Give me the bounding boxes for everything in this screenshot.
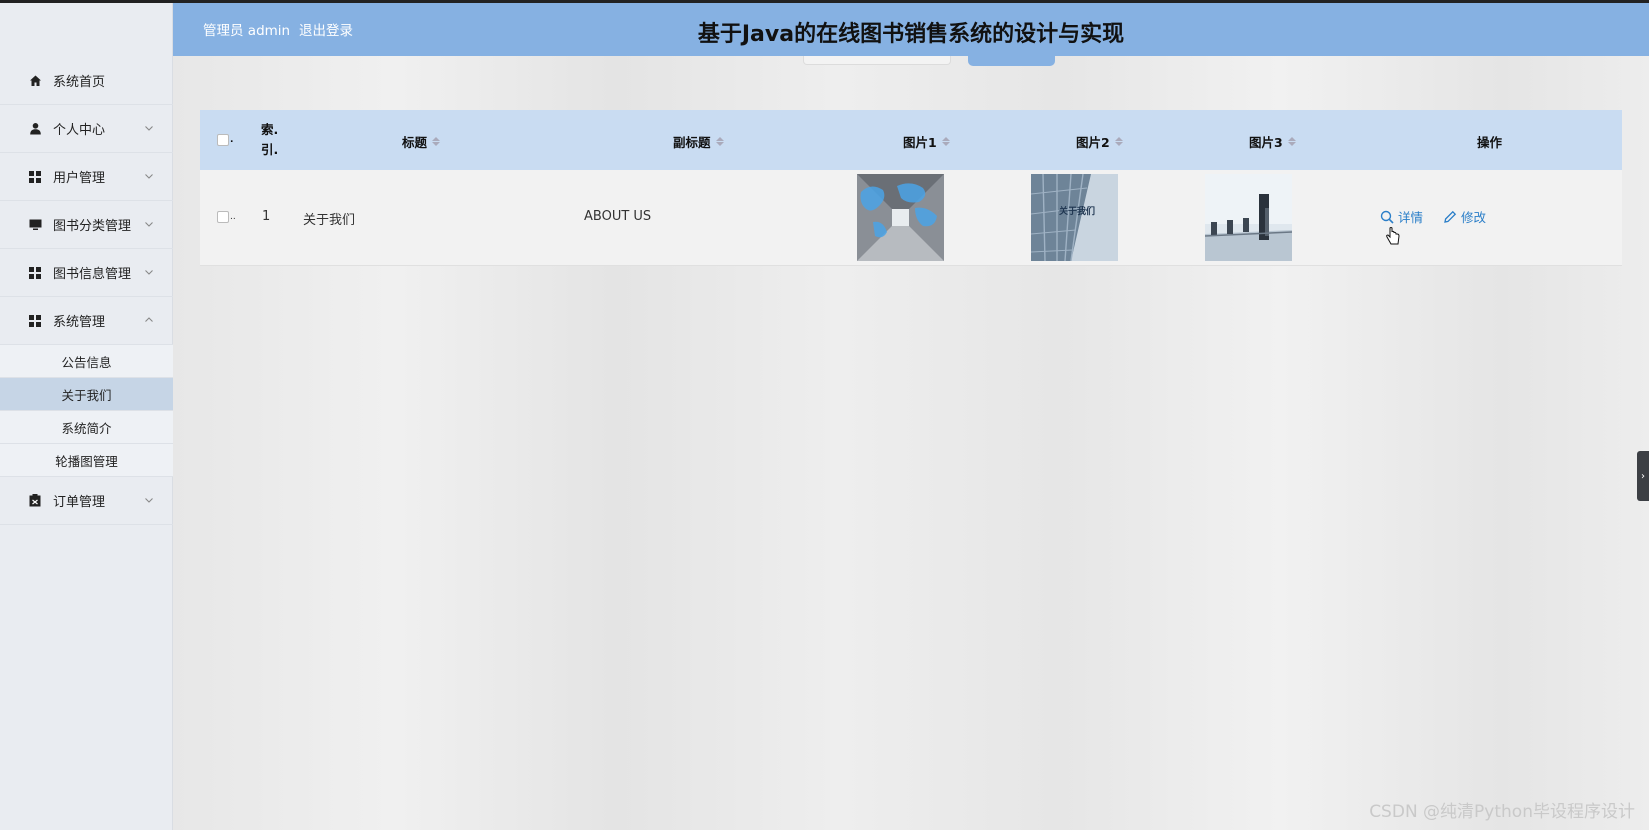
grid-icon <box>28 266 42 280</box>
submenu-label: 轮播图管理 <box>55 453 118 469</box>
sidebar-item-label: 订单管理 <box>53 495 106 510</box>
sidebar-item-label: 图书分类管理 <box>53 219 132 234</box>
submenu-item-notice[interactable]: 公告信息 <box>0 345 173 378</box>
page-title: 基于Java的在线图书销售系统的设计与实现 <box>697 22 1125 47</box>
table-header: . 索. 引. 标题 副标题 图片1 图片2 图片3 操作 <box>200 110 1622 170</box>
sort-icon[interactable] <box>1114 137 1123 146</box>
edit-button[interactable]: 修改 <box>1443 207 1486 226</box>
hand-cursor-icon <box>1386 227 1400 245</box>
monitor-icon <box>28 218 42 232</box>
chevron-down-icon <box>145 222 153 227</box>
header-title[interactable]: 标题 <box>402 132 441 151</box>
row-image1[interactable] <box>857 174 944 261</box>
data-table: . 索. 引. 标题 副标题 图片1 图片2 图片3 操作 .. 1 关于我们 … <box>200 110 1622 266</box>
row-actions: 详情 修改 <box>1380 207 1486 226</box>
home-icon <box>28 74 42 88</box>
search-button[interactable] <box>968 56 1055 66</box>
row-index: 1 <box>262 209 271 224</box>
sidebar-item-book-info[interactable]: 图书信息管理 <box>0 249 173 297</box>
submenu-item-about-us[interactable]: 关于我们 <box>0 378 173 411</box>
select-all-cell: . <box>217 134 233 146</box>
row-title: 关于我们 <box>303 213 356 228</box>
sidebar-item-system-management[interactable]: 系统管理 <box>0 297 173 345</box>
submenu-label: 关于我们 <box>61 387 112 403</box>
sidebar-item-book-category[interactable]: 图书分类管理 <box>0 201 173 249</box>
row-subtitle: ABOUT US <box>584 209 652 224</box>
sidebar-menu: 系统首页 个人中心 用户管理 图书分类管理 图书信息管理 系统管理 公告信息 关… <box>0 57 173 525</box>
chevron-up-icon <box>145 317 153 322</box>
image-caption: 关于我们 <box>1059 205 1095 217</box>
sidebar-item-personal-center[interactable]: 个人中心 <box>0 105 173 153</box>
select-all-checkbox[interactable] <box>217 134 229 146</box>
sidebar-item-user-management[interactable]: 用户管理 <box>0 153 173 201</box>
sort-icon[interactable] <box>1287 137 1296 146</box>
grid-icon <box>28 170 42 184</box>
top-header: 管理员 admin 退出登录 基于Java的在线图书销售系统的设计与实现 <box>173 3 1649 56</box>
sidebar-item-home[interactable]: 系统首页 <box>0 57 173 105</box>
row-select-cell: .. <box>217 211 236 223</box>
header-image1[interactable]: 图片1 <box>903 132 950 151</box>
submenu-item-system-intro[interactable]: 系统简介 <box>0 411 173 444</box>
sort-icon[interactable] <box>715 137 724 146</box>
submenu-label: 系统简介 <box>61 420 112 436</box>
submenu-label: 公告信息 <box>61 354 112 370</box>
table-row: .. 1 关于我们 ABOUT US 关于我们 详情 修改 <box>200 170 1622 266</box>
header-image2[interactable]: 图片2 <box>1076 132 1123 151</box>
building-about-us-image: 关于我们 <box>1031 174 1118 261</box>
search-icon <box>1380 210 1394 224</box>
sidebar-item-label: 系统管理 <box>53 315 106 330</box>
sort-icon[interactable] <box>432 137 441 146</box>
detail-button[interactable]: 详情 <box>1380 207 1423 226</box>
grid-icon <box>28 314 42 328</box>
chevron-down-icon <box>145 498 153 503</box>
sidebar-item-label: 系统首页 <box>53 75 106 90</box>
side-panel-toggle[interactable]: › <box>1637 451 1649 501</box>
row-image3[interactable] <box>1205 174 1292 261</box>
header-actions: 操作 <box>1477 135 1503 150</box>
warehouse-world-map-image <box>857 174 944 261</box>
sidebar-item-label: 用户管理 <box>53 171 106 186</box>
header-index: 索. 引. <box>261 122 279 157</box>
submenu-item-carousel[interactable]: 轮播图管理 <box>0 444 173 477</box>
user-icon <box>28 122 42 136</box>
header-image3[interactable]: 图片3 <box>1249 132 1296 151</box>
search-input[interactable] <box>803 56 951 65</box>
clipboard-icon <box>28 494 42 508</box>
sidebar-item-order-management[interactable]: 订单管理 <box>0 477 173 525</box>
chevron-down-icon <box>145 126 153 131</box>
sidebar: 系统首页 个人中心 用户管理 图书分类管理 图书信息管理 系统管理 公告信息 关… <box>0 3 173 830</box>
row-checkbox[interactable] <box>217 211 229 223</box>
chevron-down-icon <box>145 270 153 275</box>
chevron-down-icon <box>145 174 153 179</box>
sort-icon[interactable] <box>941 137 950 146</box>
header-subtitle[interactable]: 副标题 <box>673 132 724 151</box>
sidebar-item-label: 个人中心 <box>53 123 106 138</box>
sidebar-item-label: 图书信息管理 <box>53 267 132 282</box>
conference-room-image <box>1205 174 1292 261</box>
row-image2[interactable]: 关于我们 <box>1031 174 1118 261</box>
edit-pencil-icon <box>1444 210 1457 223</box>
chevron-right-icon: › <box>1641 470 1645 482</box>
watermark: CSDN @纯清Python毕设程序设计 <box>1369 802 1635 822</box>
main-content: . 索. 引. 标题 副标题 图片1 图片2 图片3 操作 .. 1 关于我们 … <box>173 56 1649 830</box>
